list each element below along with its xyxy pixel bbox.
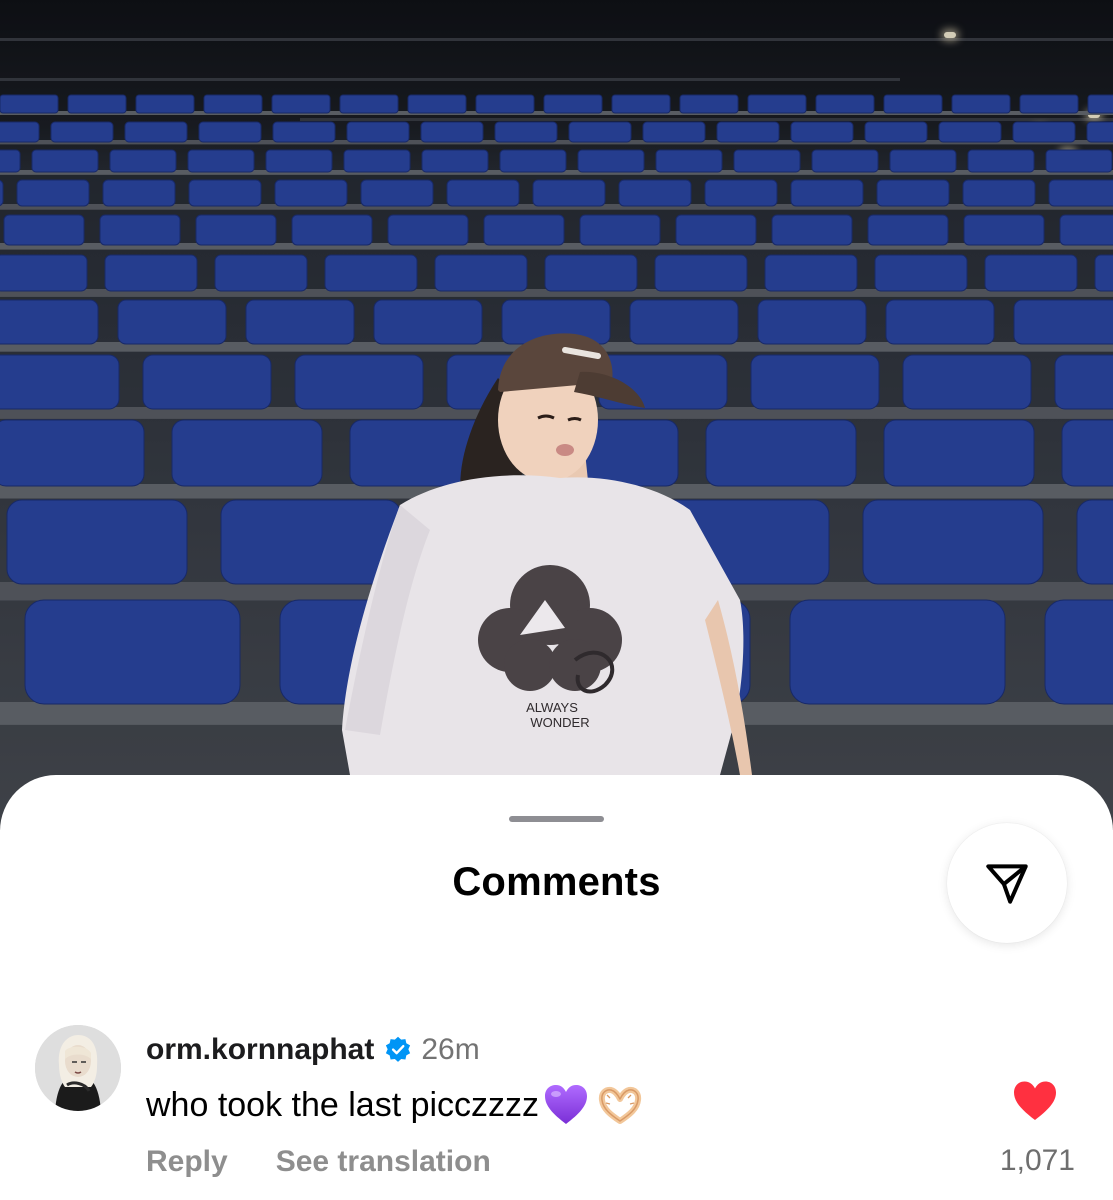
- purple-heart-emoji-icon: [545, 1085, 588, 1124]
- comment-text-row: who took the last picczzzz: [146, 1083, 643, 1127]
- person-in-cap: ALWAYS WONDER: [342, 333, 752, 775]
- shirt-text-line-1: ALWAYS: [526, 700, 578, 715]
- screen: ALWAYS WONDER Comments orm.kornnaphat 26…: [0, 0, 1113, 1200]
- like-count: 1,071: [999, 1144, 1075, 1177]
- post-photo[interactable]: ALWAYS WONDER: [0, 0, 1113, 830]
- like-heart-icon[interactable]: [1012, 1080, 1058, 1122]
- avatar-image: [35, 1025, 121, 1111]
- comment-actions: Reply See translation: [146, 1142, 491, 1182]
- paper-plane-icon: [986, 864, 1028, 904]
- verified-badge-icon: [386, 1036, 411, 1062]
- share-button[interactable]: [947, 823, 1067, 943]
- comment-username[interactable]: orm.kornnaphat: [146, 1033, 374, 1067]
- comment-timestamp: 26m: [421, 1033, 480, 1066]
- reply-button[interactable]: Reply: [146, 1145, 228, 1179]
- comment-header: orm.kornnaphat 26m: [146, 1030, 480, 1070]
- avatar[interactable]: [35, 1025, 121, 1111]
- comments-sheet: Comments orm.kornnaphat 26m who took the…: [0, 775, 1113, 1200]
- sheet-grabber[interactable]: [509, 816, 604, 822]
- see-translation-button[interactable]: See translation: [276, 1145, 491, 1179]
- comment-text: who took the last picczzzz: [146, 1085, 540, 1124]
- heart-hands-emoji-icon: [598, 1086, 642, 1124]
- shirt-text-line-2: WONDER: [530, 715, 589, 730]
